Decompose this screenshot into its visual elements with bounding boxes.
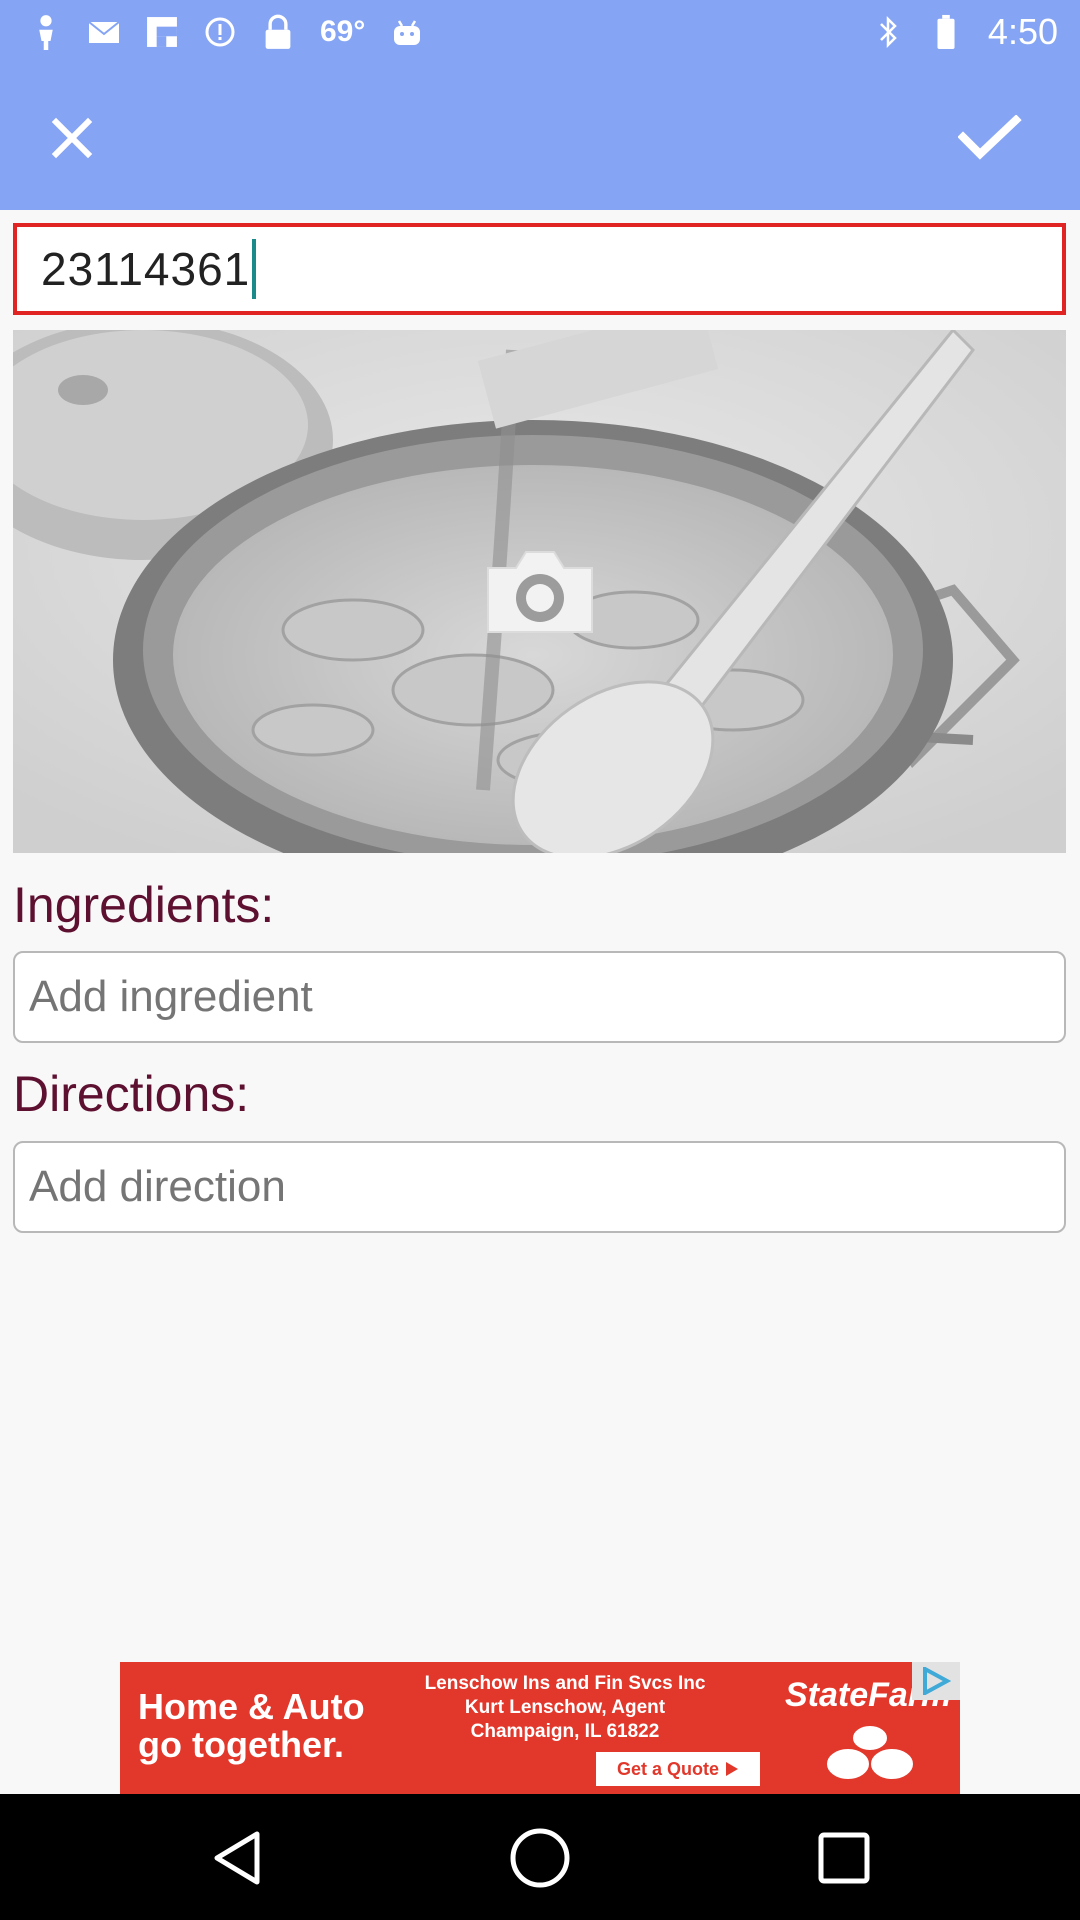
adchoices-icon[interactable] xyxy=(912,1662,960,1700)
person-icon xyxy=(30,14,62,50)
app-bar xyxy=(0,64,1080,210)
bluetooth-icon xyxy=(872,14,904,50)
ad-banner[interactable]: Home & Auto go together. Lenschow Ins an… xyxy=(120,1662,960,1794)
statefarm-logo-icon xyxy=(825,1724,915,1781)
home-icon xyxy=(510,1828,570,1888)
recipe-title-value: 23114361 xyxy=(41,243,251,295)
get-quote-button[interactable]: Get a Quote xyxy=(596,1752,760,1786)
save-button[interactable] xyxy=(950,100,1030,176)
alert-icon xyxy=(204,14,236,50)
ad-agent-line2: Kurt Lenschow, Agent xyxy=(464,1697,666,1718)
status-left-icons: 69° xyxy=(30,10,423,54)
ad-headline: Home & Auto go together. xyxy=(138,1688,365,1764)
close-button[interactable] xyxy=(36,102,108,174)
ad-headline-line2: go together. xyxy=(138,1724,344,1765)
directions-label: Directions: xyxy=(13,1066,250,1122)
close-icon xyxy=(51,117,93,159)
android-icon xyxy=(391,14,423,50)
play-arrow-icon xyxy=(726,1762,738,1776)
camera-icon[interactable] xyxy=(480,540,600,640)
back-button[interactable] xyxy=(203,1824,271,1892)
checkmark-icon xyxy=(958,115,1022,160)
home-button[interactable] xyxy=(506,1824,574,1892)
lock-icon xyxy=(262,14,294,50)
temperature: 69° xyxy=(320,15,366,48)
ingredients-label: Ingredients: xyxy=(13,877,275,933)
ad-agent-line3: Champaign, IL 61822 xyxy=(470,1721,660,1742)
clock: 4:50 xyxy=(987,11,1058,52)
ad-agent-line1: Lenschow Ins and Fin Svcs Inc xyxy=(424,1673,706,1694)
flipboard-icon xyxy=(146,14,178,50)
add-ingredient-input[interactable] xyxy=(13,951,1066,1043)
back-icon xyxy=(214,1831,260,1885)
status-bar: 69° 4:50 xyxy=(0,0,1080,64)
recents-icon xyxy=(818,1832,870,1884)
battery-icon xyxy=(930,14,962,50)
status-right-icons: 4:50 xyxy=(872,10,1058,54)
recipe-photo[interactable] xyxy=(13,330,1066,853)
add-direction-input[interactable] xyxy=(13,1141,1066,1233)
get-quote-label: Get a Quote xyxy=(616,1758,719,1779)
ad-headline-line1: Home & Auto xyxy=(138,1686,365,1727)
navigation-bar xyxy=(0,1794,1080,1920)
text-cursor xyxy=(252,239,257,299)
recipe-title-field[interactable]: 23114361 xyxy=(13,223,1066,315)
ad-agent-info: Lenschow Ins and Fin Svcs Inc Kurt Lensc… xyxy=(415,1672,715,1744)
recents-button[interactable] xyxy=(810,1824,878,1892)
mail-icon xyxy=(88,14,120,50)
